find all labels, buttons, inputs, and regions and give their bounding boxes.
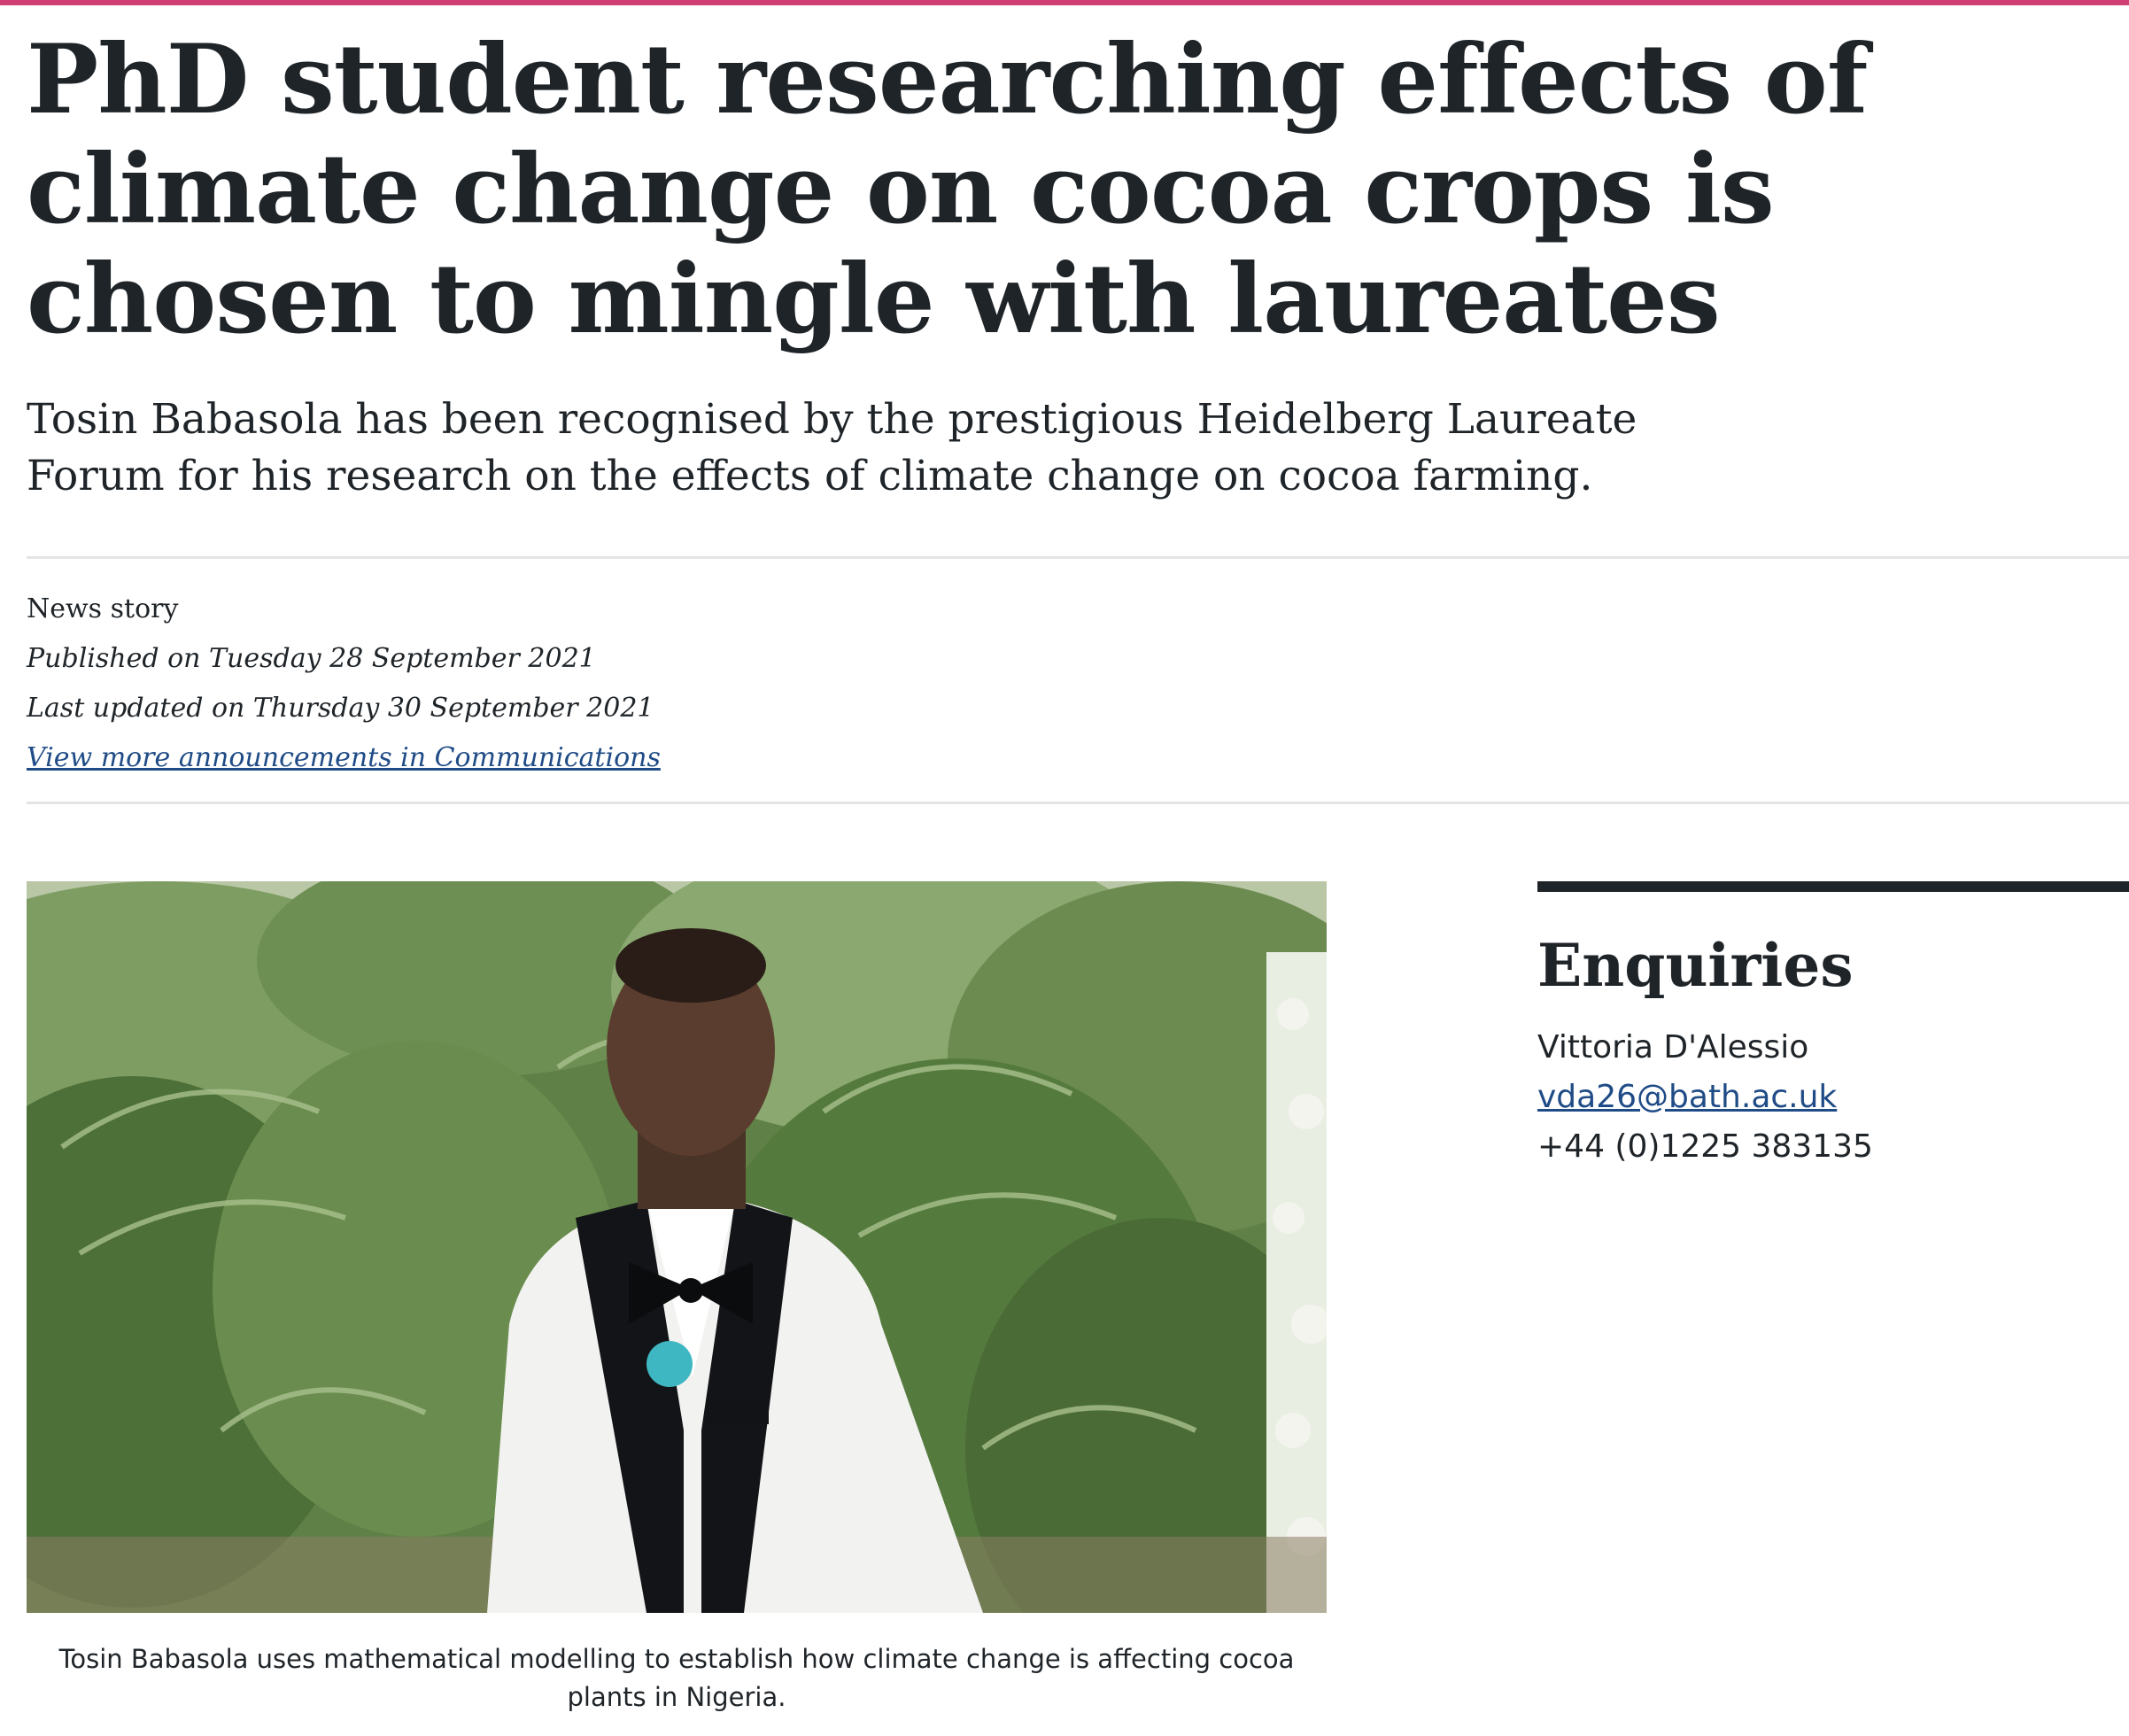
top-accent-bar	[0, 0, 2129, 5]
article-photo	[27, 881, 1327, 1613]
page-title: PhD student researching effects of clima…	[27, 24, 1868, 355]
article-meta: News story Published on Tuesday 28 Septe…	[27, 585, 661, 783]
article-standfirst: Tosin Babasola has been recognised by th…	[27, 395, 1637, 500]
divider	[27, 802, 2129, 804]
photo-caption: Tosin Babasola uses mathematical modelli…	[58, 1644, 1295, 1712]
contact-email-link[interactable]: vda26@bath.ac.uk	[1537, 1079, 1837, 1115]
enquiries-contact: Vittoria D'Alessio vda26@bath.ac.uk +44 …	[1537, 1023, 1873, 1172]
contact-phone: +44 (0)1225 383135	[1537, 1128, 1873, 1165]
more-announcements-link[interactable]: View more announcements in Communication…	[27, 742, 661, 773]
contact-name: Vittoria D'Alessio	[1537, 1029, 1809, 1066]
divider	[27, 556, 2129, 559]
published-date: Published on Tuesday 28 September 2021	[27, 643, 596, 674]
updated-date: Last updated on Thursday 30 September 20…	[27, 693, 654, 724]
enquiries-rule	[1537, 881, 2129, 892]
content-type-label: News story	[27, 593, 179, 624]
enquiries-heading: Enquiries	[1537, 931, 1854, 1000]
